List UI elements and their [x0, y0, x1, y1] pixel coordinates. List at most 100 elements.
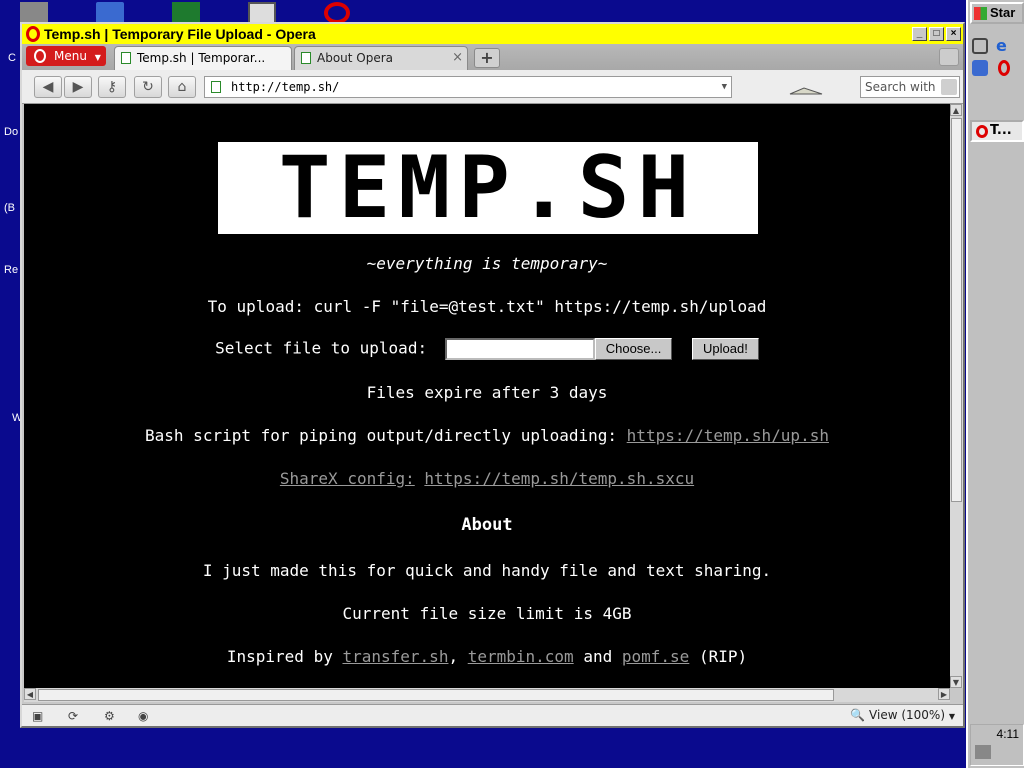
desktop-opera-icon[interactable]	[324, 2, 350, 24]
maximize-button[interactable]: □	[929, 27, 944, 41]
opera-icon	[976, 125, 988, 138]
tab-bar: Menu ▼ Temp.sh | Temporar... About Opera…	[22, 44, 963, 70]
back-button[interactable]: ◀	[34, 76, 62, 98]
close-tab-icon[interactable]: ×	[452, 47, 463, 69]
tab-label: About Opera	[317, 51, 394, 65]
tab-label: Temp.sh | Temporar...	[137, 51, 266, 65]
expire-notice: Files expire after 3 days	[366, 383, 608, 402]
logo-text: TEMP.SH	[278, 138, 698, 238]
quicklaunch-desktop-icon[interactable]	[972, 60, 988, 76]
taskbar-item-label: T...	[990, 123, 1012, 138]
quicklaunch-pen-icon[interactable]	[972, 38, 988, 54]
horizontal-scroll-thumb[interactable]	[38, 689, 834, 701]
desktop-printer-icon[interactable]	[96, 2, 124, 24]
chevron-down-icon: ▼	[948, 712, 955, 721]
new-tab-button[interactable]: +	[474, 48, 500, 68]
zoom-label: View (100%)	[869, 708, 946, 722]
address-bar[interactable]: http://temp.sh/ ▼	[204, 76, 732, 98]
bash-script-link[interactable]: https://temp.sh/up.sh	[627, 426, 829, 445]
page-icon	[301, 52, 311, 64]
start-label: Star	[990, 5, 1016, 20]
browser-window: Temp.sh | Temporary File Upload - Opera …	[20, 22, 965, 728]
termbin-link[interactable]: termbin.com	[468, 647, 574, 666]
zoom-control[interactable]: 🔍 View (100%) ▼	[850, 708, 955, 722]
tab-temp-sh[interactable]: Temp.sh | Temporar...	[114, 46, 292, 70]
desktop-label: Do	[4, 126, 19, 138]
desktop-computer-icon[interactable]	[20, 2, 48, 24]
desktop-clock-icon[interactable]	[248, 2, 276, 24]
window-titlebar[interactable]: Temp.sh | Temporary File Upload - Opera …	[22, 24, 963, 44]
sharex-label-link[interactable]: ShareX config:	[280, 469, 415, 488]
scroll-right-arrow-icon[interactable]: ▶	[938, 688, 950, 700]
menu-label: Menu	[54, 49, 87, 63]
tab-about-opera[interactable]: About Opera ×	[294, 46, 468, 70]
taskbar-item-opera[interactable]: T...	[970, 120, 1024, 142]
opera-menu-button[interactable]: Menu ▼	[26, 46, 106, 66]
choose-file-button[interactable]: Choose...	[594, 338, 673, 360]
status-bar: ▣ ⟳ ⚙ ◉ 🔍 View (100%) ▼	[22, 704, 963, 726]
panel-toggle-icon[interactable]: ▣	[32, 709, 48, 723]
navigation-bar: ◀ ▶ ⚷ ↻ ⌂ http://temp.sh/ ▼ Search with	[22, 70, 963, 104]
select-file-label: Select file to upload:	[215, 338, 428, 358]
scroll-left-arrow-icon[interactable]: ◀	[24, 688, 36, 700]
unite-icon[interactable]: ⚙	[104, 709, 120, 723]
adblock-decoration-icon	[789, 87, 823, 95]
window-title: Temp.sh | Temporary File Upload - Opera	[44, 26, 316, 42]
search-placeholder: Search with	[865, 80, 936, 94]
search-icon[interactable]	[941, 79, 957, 95]
network-icon[interactable]	[975, 745, 991, 759]
clock[interactable]: 4:11	[997, 727, 1019, 741]
opera-logo-icon	[34, 49, 46, 63]
scroll-up-arrow-icon[interactable]: ▲	[950, 104, 962, 116]
close-button[interactable]: ×	[946, 27, 961, 41]
upload-form: Select file to upload: Choose... Upload!	[24, 338, 950, 360]
upload-command: To upload: curl -F "file=@test.txt" http…	[207, 297, 767, 316]
opera-icon	[26, 26, 40, 42]
start-button[interactable]: Star	[970, 2, 1024, 24]
inspired-line: Inspired by transfer.sh, termbin.com and…	[226, 647, 748, 666]
sharex-config-link[interactable]: https://temp.sh/temp.sh.sxcu	[424, 469, 694, 488]
windows-logo-icon	[974, 7, 987, 20]
horizontal-scrollbar[interactable]: ◀ ▶	[24, 688, 950, 702]
sharex-line: ShareX config: https://temp.sh/temp.sh.s…	[24, 469, 950, 488]
zoom-icon: 🔍	[850, 708, 866, 722]
pomf-link[interactable]: pomf.se	[622, 647, 689, 666]
home-button[interactable]: ⌂	[168, 76, 196, 98]
upload-button[interactable]: Upload!	[692, 338, 759, 360]
inspired-suffix: (RIP)	[698, 647, 748, 666]
quicklaunch-opera-icon[interactable]	[998, 60, 1010, 76]
page-content: TEMP.SH ~everything is temporary~ To upl…	[24, 104, 950, 688]
transfer-sh-link[interactable]: transfer.sh	[342, 647, 448, 666]
page-icon	[211, 81, 221, 93]
search-input[interactable]: Search with	[860, 76, 960, 98]
bash-script-line: Bash script for piping output/directly u…	[24, 426, 950, 445]
about-heading: About	[461, 515, 513, 535]
scroll-down-arrow-icon[interactable]: ▼	[950, 676, 962, 688]
taskbar: Star e T... 4:11	[966, 0, 1024, 768]
system-tray: 4:11	[970, 724, 1024, 766]
bash-label: Bash script for piping output/directly u…	[145, 426, 618, 445]
wand-key-icon[interactable]: ⚷	[98, 76, 126, 98]
file-input[interactable]	[444, 338, 595, 360]
sync-icon[interactable]: ⟳	[68, 709, 84, 723]
chevron-down-icon: ▼	[94, 53, 101, 62]
site-logo: TEMP.SH	[218, 138, 758, 238]
inspired-and: and	[583, 647, 613, 666]
chevron-down-icon[interactable]: ▼	[722, 77, 727, 97]
trash-icon[interactable]	[939, 48, 959, 66]
desktop-label: (B	[4, 202, 15, 214]
turbo-icon[interactable]: ◉	[138, 709, 154, 723]
vertical-scrollbar[interactable]: ▲ ▼	[950, 104, 963, 688]
forward-button[interactable]: ▶	[64, 76, 92, 98]
inspired-prefix: Inspired by	[226, 647, 333, 666]
vertical-scroll-thumb[interactable]	[951, 118, 962, 502]
minimize-button[interactable]: _	[912, 27, 927, 41]
size-limit: Current file size limit is 4GB	[342, 604, 632, 623]
desktop-label: Re	[4, 264, 19, 276]
reload-button[interactable]: ↻	[134, 76, 162, 98]
desktop-label: C	[8, 52, 16, 64]
desktop-excel-icon[interactable]	[172, 2, 200, 24]
quicklaunch-ie-icon[interactable]: e	[996, 38, 1012, 54]
url-text: http://temp.sh/	[231, 80, 340, 94]
about-text: I just made this for quick and handy fil…	[202, 561, 772, 580]
